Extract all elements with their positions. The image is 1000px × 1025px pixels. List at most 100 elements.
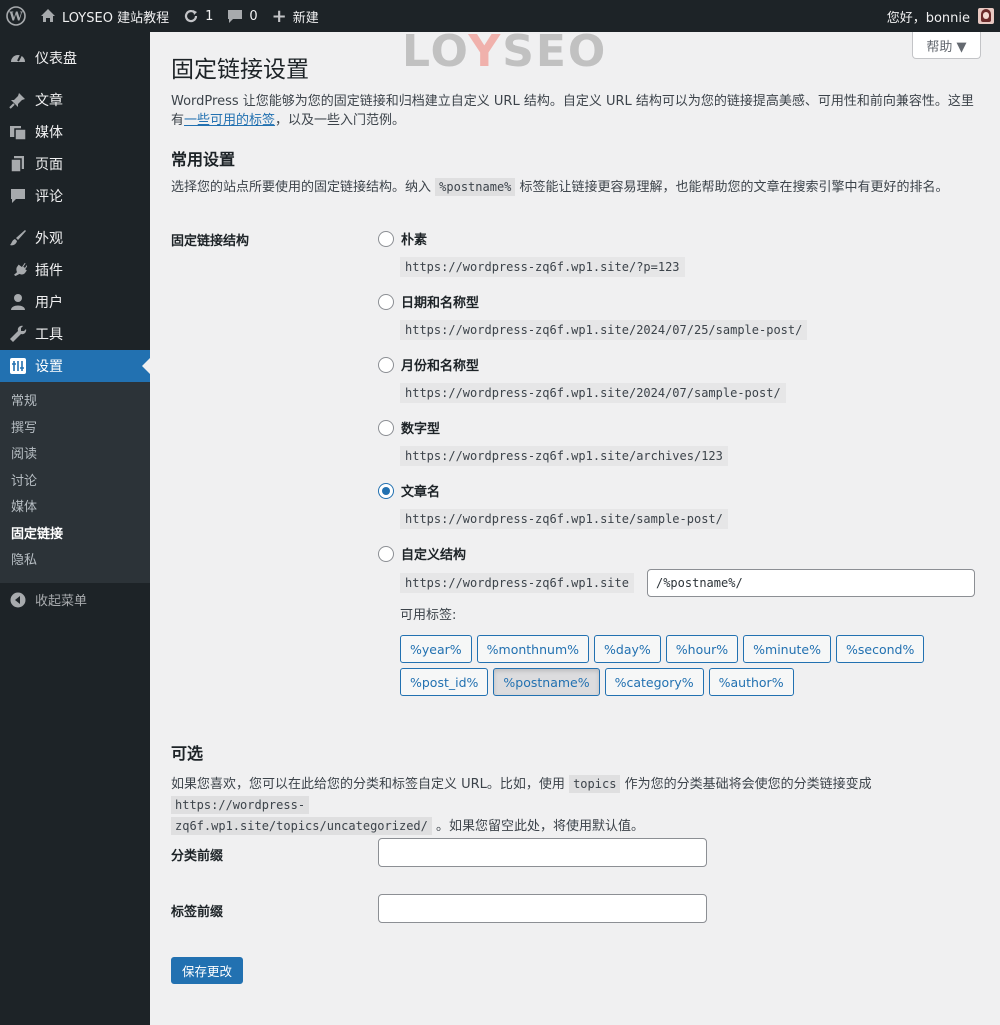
option-post-name-label[interactable]: 文章名 [378, 481, 728, 500]
common-settings-description: 选择您的站点所要使用的固定链接结构。纳入 %postname% 标签能让链接更容… [171, 178, 949, 196]
submenu-media[interactable]: 媒体 [0, 495, 150, 522]
option-custom-label[interactable]: 自定义结构 [378, 544, 466, 563]
user-icon [9, 293, 27, 311]
submenu-writing[interactable]: 撰写 [0, 416, 150, 443]
tag-hour-button[interactable]: %hour% [665, 635, 739, 663]
menu-settings[interactable]: 设置 [0, 350, 150, 382]
save-changes-button[interactable]: 保存更改 [171, 957, 244, 984]
comments-link[interactable]: 0 [220, 0, 264, 32]
optional-heading: 可选 [171, 744, 204, 763]
option-month-name: 月份和名称型 https://wordpress-zq6f.wp1.site/2… [378, 355, 786, 403]
option-numeric: 数字型 https://wordpress-zq6f.wp1.site/arch… [378, 418, 728, 466]
menu-media[interactable]: 媒体 [0, 116, 150, 148]
site-name-link[interactable]: LOYSEO 建站教程 [33, 0, 176, 32]
new-content-link[interactable]: + 新建 [265, 0, 326, 32]
comment-bubble-icon [227, 8, 243, 24]
tag-base-label: 标签前缀 [171, 905, 224, 920]
help-tab-button[interactable]: 帮助 ▼ [912, 32, 981, 59]
month-name-radio[interactable] [378, 356, 394, 373]
option-custom: 自定义结构 [378, 544, 466, 563]
common-settings-heading: 常用设置 [171, 150, 236, 169]
tag-author-button[interactable]: %author% [708, 668, 794, 696]
numeric-url-example: https://wordpress-zq6f.wp1.site/archives… [400, 446, 728, 466]
tag-minute-button[interactable]: %minute% [743, 635, 831, 663]
tag-monthnum-button[interactable]: %monthnum% [476, 635, 590, 663]
tag-category-button[interactable]: %category% [604, 668, 704, 696]
option-month-name-label[interactable]: 月份和名称型 [378, 355, 786, 374]
update-icon [183, 8, 199, 24]
menu-appearance[interactable]: 外观 [0, 222, 150, 254]
svg-text:W: W [8, 10, 23, 24]
updates-count: 1 [205, 8, 214, 24]
plugin-icon [9, 261, 27, 279]
option-plain-label[interactable]: 朴素 [378, 229, 685, 248]
new-label: 新建 [292, 10, 319, 26]
admin-sidebar: 仪表盘 文章 媒体 页面 评论 外观 插件 用户 工具 设置 常规 撰写 阅读 [0, 32, 150, 1025]
post-name-url-example: https://wordpress-zq6f.wp1.site/sample-p… [400, 509, 728, 529]
site-name: LOYSEO 建站教程 [62, 10, 170, 26]
option-day-name: 日期和名称型 https://wordpress-zq6f.wp1.site/2… [378, 292, 808, 340]
page-icon [9, 155, 27, 173]
comment-icon [9, 187, 27, 205]
wrench-icon [9, 325, 27, 343]
loyseo-watermark: LOYSEO [402, 26, 608, 77]
media-icon [9, 123, 27, 141]
submenu-general[interactable]: 常规 [0, 389, 150, 416]
my-account[interactable]: 您好，bonnie [887, 7, 1000, 26]
menu-posts[interactable]: 文章 [0, 84, 150, 116]
tag-year-button[interactable]: %year% [400, 635, 472, 663]
option-post-name: 文章名 https://wordpress-zq6f.wp1.site/samp… [378, 481, 728, 529]
permalink-structure-label: 固定链接结构 [171, 234, 250, 249]
month-name-url-example: https://wordpress-zq6f.wp1.site/2024/07/… [400, 383, 786, 403]
wordpress-logo[interactable]: W [0, 0, 33, 32]
updates-link[interactable]: 1 [176, 0, 220, 32]
submenu-discussion[interactable]: 讨论 [0, 469, 150, 496]
collapse-menu-button[interactable]: 收起菜单 [0, 583, 150, 617]
page-title: 固定链接设置 [171, 57, 309, 83]
main-content: LOYSEO 帮助 ▼ 固定链接设置 WordPress 让您能够为您的固定链接… [150, 26, 1000, 1025]
menu-tools[interactable]: 工具 [0, 318, 150, 350]
settings-submenu: 常规 撰写 阅读 讨论 媒体 固定链接 隐私 [0, 382, 150, 583]
tag-day-button[interactable]: %day% [594, 635, 661, 663]
menu-comments[interactable]: 评论 [0, 180, 150, 212]
category-base-input[interactable] [378, 838, 707, 867]
day-name-url-example: https://wordpress-zq6f.wp1.site/2024/07/… [400, 320, 808, 340]
plus-icon: + [271, 5, 287, 27]
menu-plugins[interactable]: 插件 [0, 254, 150, 286]
pin-icon [9, 91, 27, 109]
greeting: 您好，bonnie [886, 10, 970, 26]
optional-description: 如果您喜欢，您可以在此给您的分类和标签自定义 URL。比如，使用 topics … [171, 775, 872, 835]
wordpress-icon: W [6, 6, 26, 26]
tag-second-button[interactable]: %second% [836, 635, 925, 663]
custom-structure-input[interactable]: /%postname%/ [646, 569, 975, 597]
custom-structure-row: https://wordpress-zq6f.wp1.site /%postna… [400, 569, 975, 597]
custom-base-url: https://wordpress-zq6f.wp1.site [400, 573, 634, 593]
plain-radio[interactable] [378, 230, 394, 247]
available-tags-label: 可用标签: [400, 608, 457, 623]
option-numeric-label[interactable]: 数字型 [378, 418, 728, 437]
option-day-name-label[interactable]: 日期和名称型 [378, 292, 807, 311]
home-icon [40, 8, 56, 24]
submenu-privacy[interactable]: 隐私 [0, 548, 150, 575]
submenu-reading[interactable]: 阅读 [0, 442, 150, 469]
avatar [978, 8, 994, 24]
tag-post-id-button[interactable]: %post_id% [400, 668, 489, 696]
numeric-radio[interactable] [378, 419, 394, 436]
settings-icon [9, 357, 27, 375]
day-name-radio[interactable] [378, 293, 394, 310]
brush-icon [9, 229, 27, 247]
available-tags-link[interactable]: 一些可用的标签 [184, 113, 275, 128]
tag-postname-button[interactable]: %postname% [493, 668, 600, 696]
collapse-arrow-icon [9, 591, 27, 609]
menu-pages[interactable]: 页面 [0, 148, 150, 180]
comments-count: 0 [249, 8, 258, 24]
menu-users[interactable]: 用户 [0, 286, 150, 318]
available-tags: %year% %monthnum% %day% %hour% %minute% … [400, 635, 970, 696]
submenu-permalinks[interactable]: 固定链接 [0, 522, 150, 549]
tag-base-input[interactable] [378, 894, 707, 923]
post-name-radio[interactable] [378, 482, 394, 499]
category-base-label: 分类前缀 [171, 849, 224, 864]
menu-dashboard[interactable]: 仪表盘 [0, 42, 150, 74]
custom-radio[interactable] [378, 545, 394, 562]
dashboard-icon [9, 49, 27, 67]
